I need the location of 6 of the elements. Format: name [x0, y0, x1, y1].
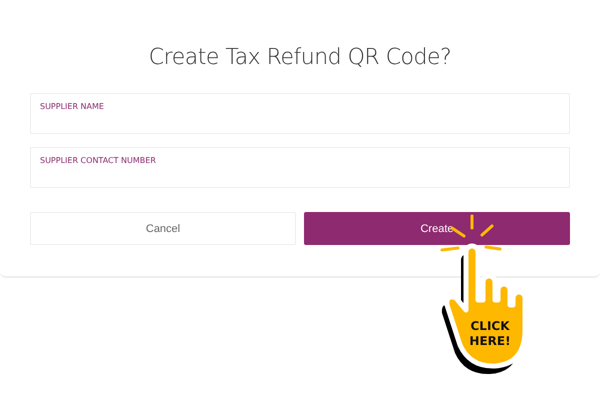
text-field[interactable]: SUPPLIER NAME — [30, 93, 570, 134]
cancel-button[interactable]: Cancel — [30, 212, 296, 245]
text-field[interactable]: SUPPLIER CONTACT NUMBER — [30, 147, 570, 188]
dialog-title: Create Tax Refund QR Code? — [148, 45, 452, 70]
click-here-text: CLICK HERE! — [469, 319, 511, 348]
create-button[interactable]: Create — [304, 212, 570, 245]
